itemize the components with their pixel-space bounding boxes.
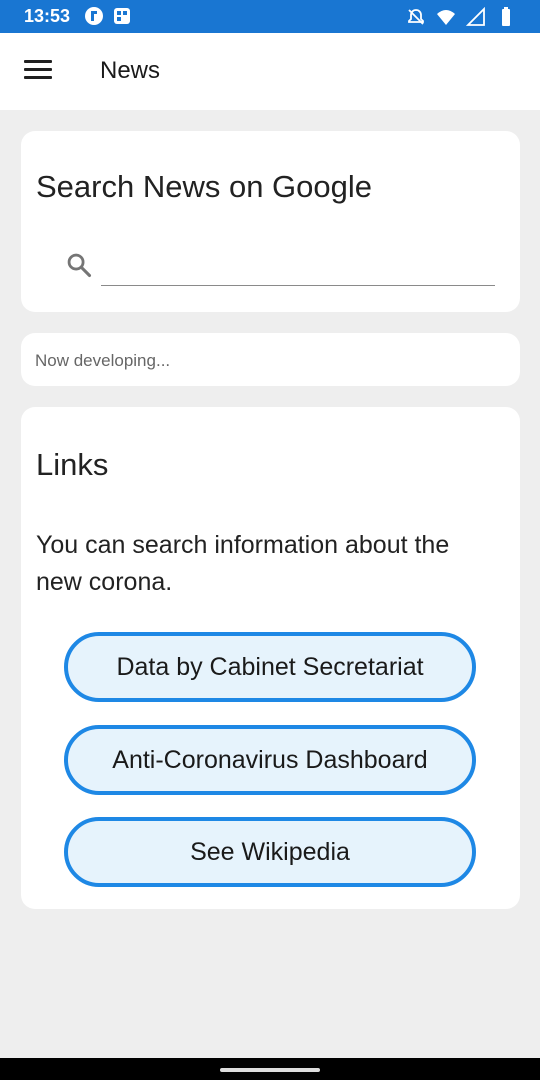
app-bar: News	[0, 33, 540, 110]
search-input[interactable]	[101, 241, 495, 286]
cabinet-secretariat-button[interactable]: Data by Cabinet Secretariat	[64, 632, 476, 702]
status-time: 13:53	[24, 6, 71, 26]
status-bar: 13:53	[0, 0, 540, 33]
page-title: News	[100, 57, 161, 84]
wikipedia-button[interactable]: See Wikipedia	[64, 817, 476, 887]
flipboard-icon	[85, 7, 103, 25]
links-description: You can search information about the new…	[36, 531, 450, 596]
navigation-bar	[0, 1058, 540, 1080]
signal-icon	[466, 7, 485, 26]
home-indicator[interactable]	[220, 1068, 320, 1072]
search-card-title: Search News on Google	[36, 169, 373, 204]
links-card: Links You can search information about t…	[21, 407, 520, 909]
battery-icon	[502, 7, 510, 26]
notifications-off-icon	[408, 9, 424, 25]
hamburger-menu-icon[interactable]	[24, 60, 52, 82]
links-title: Links	[36, 447, 109, 482]
wifi-icon	[437, 10, 455, 25]
search-card: Search News on Google	[21, 131, 520, 312]
search-icon	[67, 253, 92, 278]
coronavirus-dashboard-button[interactable]: Anti-Coronavirus Dashboard	[64, 725, 476, 795]
status-message: Now developing...	[35, 351, 171, 370]
status-card: Now developing...	[21, 333, 520, 386]
app-icon	[114, 8, 130, 24]
